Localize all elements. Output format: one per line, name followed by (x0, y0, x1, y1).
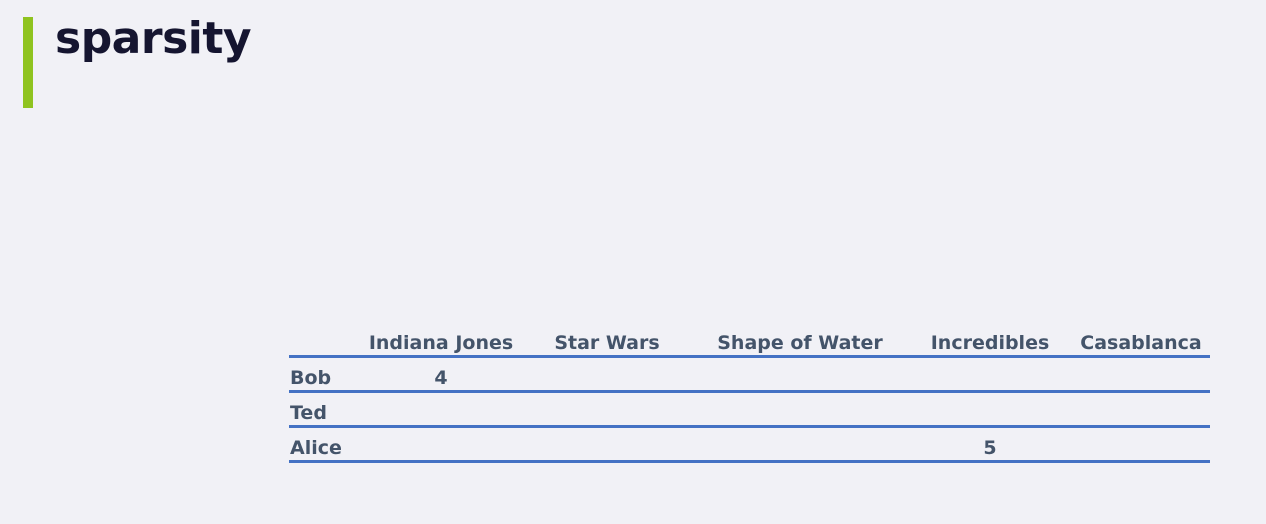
column-header-star-wars: Star Wars (554, 332, 660, 354)
table-row-ted: Ted (289, 393, 1210, 428)
table-header-row: Indiana Jones Star Wars Shape of Water I… (289, 320, 1210, 358)
table-row-bob: Bob 4 (289, 358, 1210, 393)
row-label: Alice (290, 437, 342, 459)
column-header-casablanca: Casablanca (1080, 332, 1202, 354)
rating-cell: 5 (983, 437, 997, 459)
row-label: Ted (290, 402, 327, 424)
ratings-table: Indiana Jones Star Wars Shape of Water I… (289, 320, 1210, 463)
table-row-alice: Alice 5 (289, 428, 1210, 463)
title-accent-bar (23, 17, 33, 108)
column-header-incredibles: Incredibles (930, 332, 1050, 354)
slide-title: sparsity (55, 13, 252, 64)
column-header-indiana-jones: Indiana Jones (368, 332, 514, 354)
row-label: Bob (290, 367, 332, 389)
rating-cell: 4 (434, 367, 448, 389)
column-header-shape-of-water: Shape of Water (717, 332, 883, 354)
